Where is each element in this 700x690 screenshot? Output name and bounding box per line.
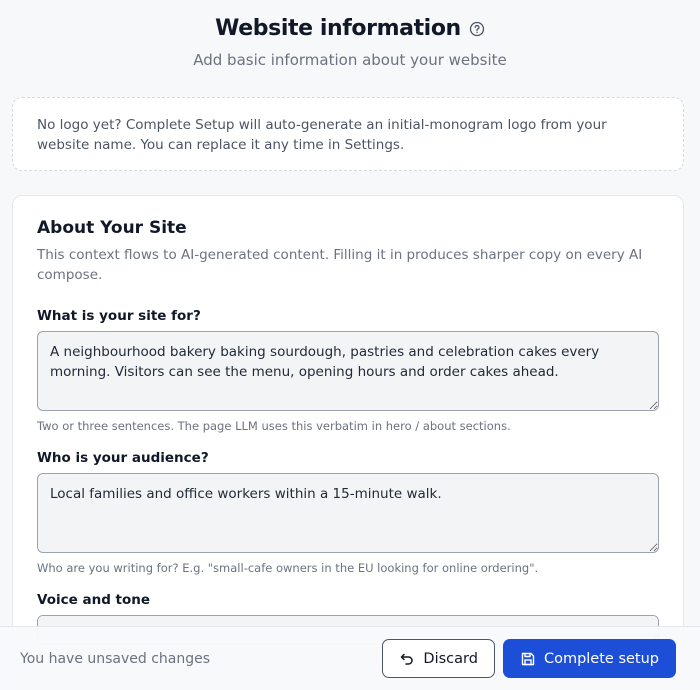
question-circle-icon[interactable] <box>469 21 485 37</box>
site-purpose-field: What is your site for? A neighbourhood b… <box>37 305 659 433</box>
logo-notice-text: No logo yet? Complete Setup will auto-ge… <box>37 117 607 153</box>
save-icon <box>520 651 536 667</box>
audience-textarea[interactable]: Local families and office workers within… <box>37 473 659 553</box>
logo-notice: No logo yet? Complete Setup will auto-ge… <box>12 97 684 171</box>
about-site-description: This context flows to AI-generated conte… <box>37 247 643 283</box>
title-row: Website information <box>0 16 700 41</box>
site-purpose-textarea[interactable]: A neighbourhood bakery baking sourdough,… <box>37 331 659 411</box>
site-purpose-label: What is your site for? <box>37 308 201 324</box>
voice-tone-label: Voice and tone <box>37 592 151 608</box>
site-purpose-hint: Two or three sentences. The page LLM use… <box>37 419 511 433</box>
audience-field: Who is your audience? Local families and… <box>37 447 659 575</box>
page-subtitle: Add basic information about your website <box>193 51 507 69</box>
audience-label: Who is your audience? <box>37 450 209 466</box>
footer-actions: Discard Complete setup <box>382 639 676 678</box>
complete-setup-label: Complete setup <box>543 650 659 667</box>
complete-setup-button[interactable]: Complete setup <box>502 639 676 678</box>
about-site-title: About Your Site <box>37 218 187 238</box>
page-header: Website information Add basic informatio… <box>0 0 700 69</box>
discard-button[interactable]: Discard <box>382 639 495 678</box>
unsaved-changes-bar: You have unsaved changes Discard Complet… <box>0 626 700 690</box>
audience-hint: Who are you writing for? E.g. "small-caf… <box>37 561 539 575</box>
discard-button-label: Discard <box>423 650 478 667</box>
undo-icon <box>399 651 415 667</box>
unsaved-status: You have unsaved changes <box>20 650 211 667</box>
about-site-card: About Your Site This context flows to AI… <box>12 195 684 690</box>
page-title: Website information <box>215 16 461 41</box>
